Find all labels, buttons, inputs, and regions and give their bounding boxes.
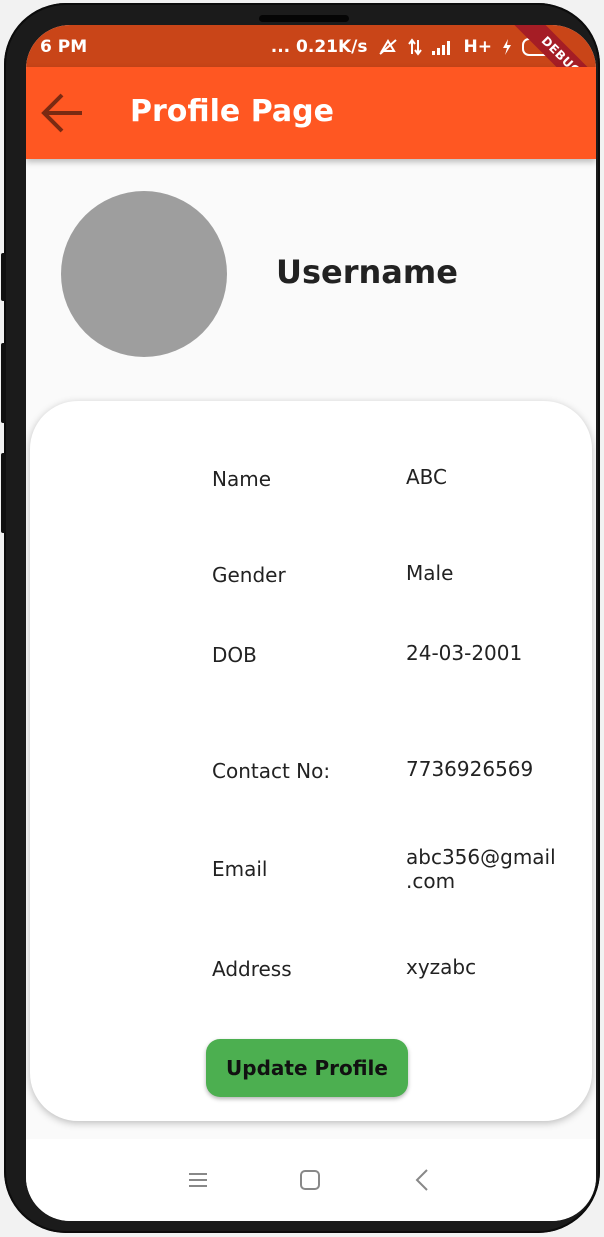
- side-button: [1, 253, 6, 301]
- network-type: H+: [463, 37, 492, 57]
- back-button[interactable]: [38, 89, 86, 137]
- dob-label: DOB: [212, 643, 257, 667]
- email-value: abc356@gmail .com: [406, 845, 556, 893]
- side-button: [1, 453, 6, 533]
- nav-back-button[interactable]: [402, 1165, 442, 1195]
- contact-label: Contact No:: [212, 759, 331, 783]
- email-label: Email: [212, 857, 268, 881]
- data-transfer-icon: [407, 38, 422, 56]
- update-profile-button[interactable]: Update Profile: [206, 1039, 408, 1097]
- network-speed: ... 0.21K/s: [270, 37, 368, 57]
- menu-icon: [189, 1173, 207, 1187]
- status-icons: ... 0.21K/s H+: [271, 37, 562, 57]
- address-label: Address: [212, 957, 292, 981]
- phone-frame: 6 PM ... 0.21K/s H+ DEBUG Profile Page U…: [1, 3, 600, 1233]
- status-time: 6 PM: [40, 37, 88, 57]
- dob-value: 24-03-2001: [406, 641, 523, 665]
- status-bar: 6 PM ... 0.21K/s H+ DEBUG: [26, 25, 596, 117]
- username: Username: [276, 253, 458, 291]
- avatar: [61, 191, 227, 357]
- mute-icon: [378, 39, 397, 55]
- page-title: Profile Page: [130, 94, 334, 129]
- gender-value: Male: [406, 561, 454, 585]
- signal-icon: [431, 41, 450, 55]
- profile-details-card: Name ABC Gender Male DOB 24-03-2001 Cont…: [30, 401, 592, 1121]
- address-value: xyzabc: [406, 955, 477, 979]
- speaker-grille: [259, 15, 349, 22]
- app-bar: Profile Page: [26, 67, 596, 159]
- navigation-bar: [26, 1139, 596, 1221]
- home-square-icon: [300, 1170, 320, 1190]
- contact-value: 7736926569: [406, 757, 534, 781]
- arrow-left-icon: [41, 93, 82, 133]
- charging-icon: [503, 39, 511, 55]
- nav-menu-button[interactable]: [178, 1165, 218, 1195]
- nav-home-button[interactable]: [290, 1165, 330, 1195]
- name-label: Name: [212, 467, 272, 491]
- gender-label: Gender: [212, 563, 286, 587]
- device-screen: 6 PM ... 0.21K/s H+ DEBUG Profile Page U…: [26, 25, 596, 1221]
- back-chevron-icon: [415, 1169, 428, 1191]
- name-value: ABC: [406, 465, 448, 489]
- side-button: [1, 343, 6, 423]
